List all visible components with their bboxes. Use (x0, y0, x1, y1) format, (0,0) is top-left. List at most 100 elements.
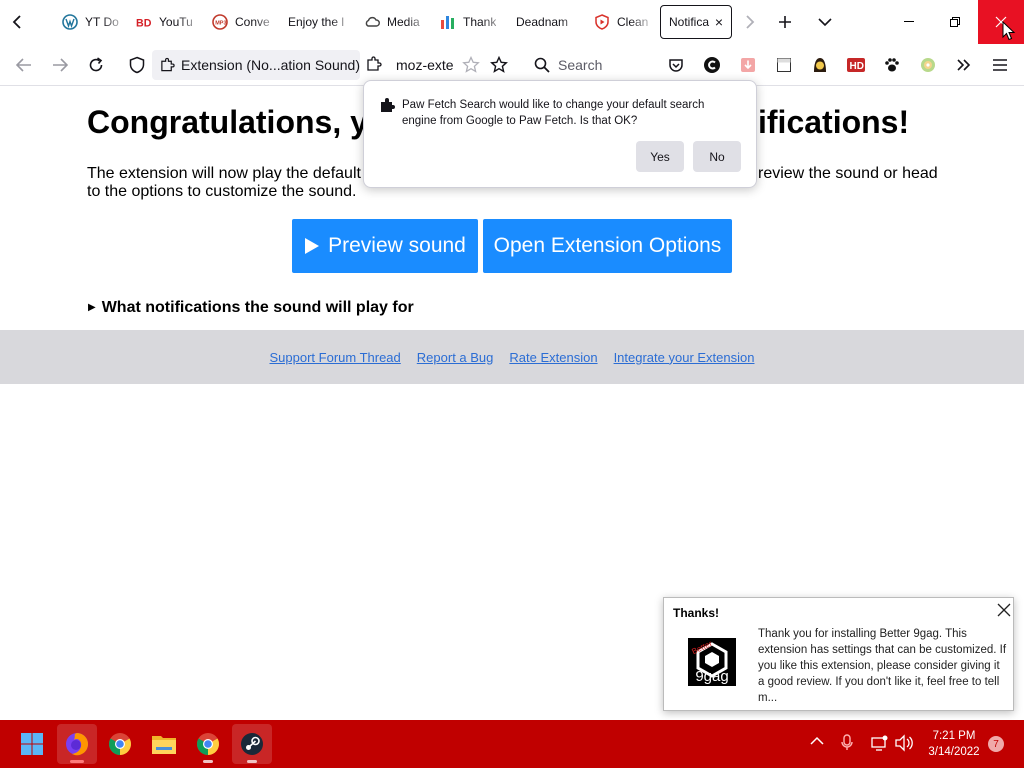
chevron-up-icon (810, 736, 824, 745)
show-hidden-icons-button[interactable] (810, 736, 824, 746)
svg-text:HD: HD (850, 61, 864, 72)
file-explorer-taskbar-button[interactable] (144, 724, 184, 764)
svg-text:MP3: MP3 (215, 21, 226, 27)
tab-thank[interactable]: Thank (432, 4, 508, 40)
integrate-extension-link[interactable]: Integrate your Extension (614, 350, 755, 365)
chevron-right-icon (746, 15, 755, 29)
tab-partial[interactable] (32, 4, 54, 40)
yes-button[interactable]: Yes (636, 141, 684, 172)
chrome-profile-taskbar-button[interactable] (188, 724, 228, 764)
extension-download-button[interactable] (737, 54, 759, 76)
overflow-menu-button[interactable] (953, 54, 975, 76)
close-tab-icon[interactable]: × (715, 14, 723, 30)
cloud-icon (364, 14, 380, 30)
chevron-left-icon (12, 15, 21, 29)
firefox-taskbar-button[interactable] (57, 724, 97, 764)
steam-icon (241, 733, 263, 755)
paw-icon (885, 58, 899, 72)
taskbar (0, 720, 1024, 768)
c-logo-icon (704, 57, 720, 73)
search-bar[interactable]: Search (524, 50, 654, 80)
windows-logo-icon (21, 733, 43, 755)
restore-window-button[interactable] (932, 0, 978, 44)
tab-clean[interactable]: Clean (586, 4, 656, 40)
list-all-tabs-button[interactable] (810, 6, 840, 38)
page-title: Congratulations, y (87, 104, 368, 140)
tracking-protection-button[interactable] (122, 50, 152, 80)
extension-paw-button[interactable] (881, 54, 903, 76)
support-forum-link[interactable]: Support Forum Thread (270, 350, 401, 365)
tab-enjoy[interactable]: Enjoy the l (280, 4, 356, 40)
tab-yt-do[interactable]: YT Do (54, 4, 128, 40)
minimize-window-button[interactable] (886, 0, 932, 44)
identity-box[interactable]: Extension (No...ation Sound) (152, 50, 360, 80)
plus-icon (779, 16, 791, 28)
microphone-tray-icon[interactable] (840, 734, 854, 752)
extension-c-button[interactable] (701, 54, 723, 76)
page-title-end: ifications! (758, 104, 910, 140)
star-icon (490, 56, 508, 73)
doorhanger-message: Paw Fetch Search would like to change yo… (402, 99, 705, 127)
extension-avatar-button[interactable] (809, 54, 831, 76)
app-menu-button[interactable] (989, 54, 1011, 76)
no-button[interactable]: No (693, 141, 741, 172)
toast-body: Thank you for installing Better 9gag. Th… (758, 628, 1007, 704)
pocket-button[interactable] (665, 54, 687, 76)
extension-screenshot-button[interactable] (773, 54, 795, 76)
rate-extension-link[interactable]: Rate Extension (509, 350, 597, 365)
reload-button[interactable] (81, 50, 111, 80)
search-icon (534, 57, 550, 73)
tab-youtube[interactable]: BD YouTu (128, 4, 204, 40)
chart-icon (440, 14, 456, 30)
close-window-button[interactable] (978, 0, 1024, 44)
volume-tray-icon[interactable] (894, 734, 914, 752)
tab-media[interactable]: Media (356, 4, 432, 40)
bd-icon: BD (136, 14, 152, 30)
folder-icon (152, 736, 176, 754)
bookmarks-star-button[interactable] (488, 54, 510, 76)
steam-taskbar-button[interactable] (232, 724, 272, 764)
back-button[interactable] (9, 50, 39, 80)
open-extension-options-button[interactable]: Open Extension Options (483, 219, 732, 273)
tab-list: YT Do BD YouTu MP3 Conve Enjoy the l Med… (32, 4, 768, 40)
mp3-icon: MP3 (212, 14, 228, 30)
star-outline-icon (462, 56, 480, 73)
url-bar-input[interactable]: moz-exte (396, 57, 454, 73)
double-chevron-icon (957, 59, 971, 71)
play-icon (305, 238, 320, 254)
start-button[interactable] (12, 724, 52, 764)
page-description-end: review the sound or head (758, 165, 938, 182)
color-wheel-icon (921, 58, 935, 72)
new-tab-button[interactable] (770, 6, 800, 38)
microphone-icon (841, 734, 853, 750)
download-icon (741, 58, 755, 72)
extension-color-button[interactable] (917, 54, 939, 76)
chrome-taskbar-button[interactable] (100, 724, 140, 764)
extension-permissions-button[interactable] (366, 55, 382, 73)
clock-time: 7:21 PM (932, 730, 976, 742)
speaker-icon (895, 734, 913, 752)
notifications-details-toggle[interactable]: ▶ What notifications the sound will play … (88, 299, 414, 317)
extension-hd-button[interactable]: HD (845, 54, 867, 76)
tab-convert[interactable]: MP3 Conve (204, 4, 280, 40)
puzzle-piece-icon (161, 57, 175, 72)
clock-date: 3/14/2022 (928, 746, 980, 758)
tab-deadname[interactable]: Deadnam (508, 4, 586, 40)
back-arrow-icon (16, 58, 31, 72)
toast-close-button[interactable] (996, 602, 1012, 618)
toast-title: Thanks! (673, 606, 720, 620)
preview-sound-button[interactable]: Preview sound (292, 219, 478, 273)
system-clock[interactable]: 7:21 PM 3/14/2022 (920, 728, 988, 760)
wordpress-icon (62, 14, 78, 30)
notification-toast[interactable]: Thanks! Better 9gag Thank you for instal… (663, 597, 1014, 711)
scroll-tabs-left-button[interactable] (2, 6, 32, 38)
forward-button[interactable] (45, 50, 75, 80)
report-bug-link[interactable]: Report a Bug (417, 350, 494, 365)
svg-text:BD: BD (136, 17, 152, 29)
scroll-tabs-right-button[interactable] (735, 6, 765, 38)
bookmark-page-button[interactable] (460, 54, 482, 76)
firefox-icon (66, 733, 89, 756)
network-tray-icon[interactable] (870, 734, 888, 752)
notification-count-badge[interactable]: 7 (988, 736, 1004, 752)
tab-notification-sound[interactable]: Notifica × (660, 5, 732, 39)
